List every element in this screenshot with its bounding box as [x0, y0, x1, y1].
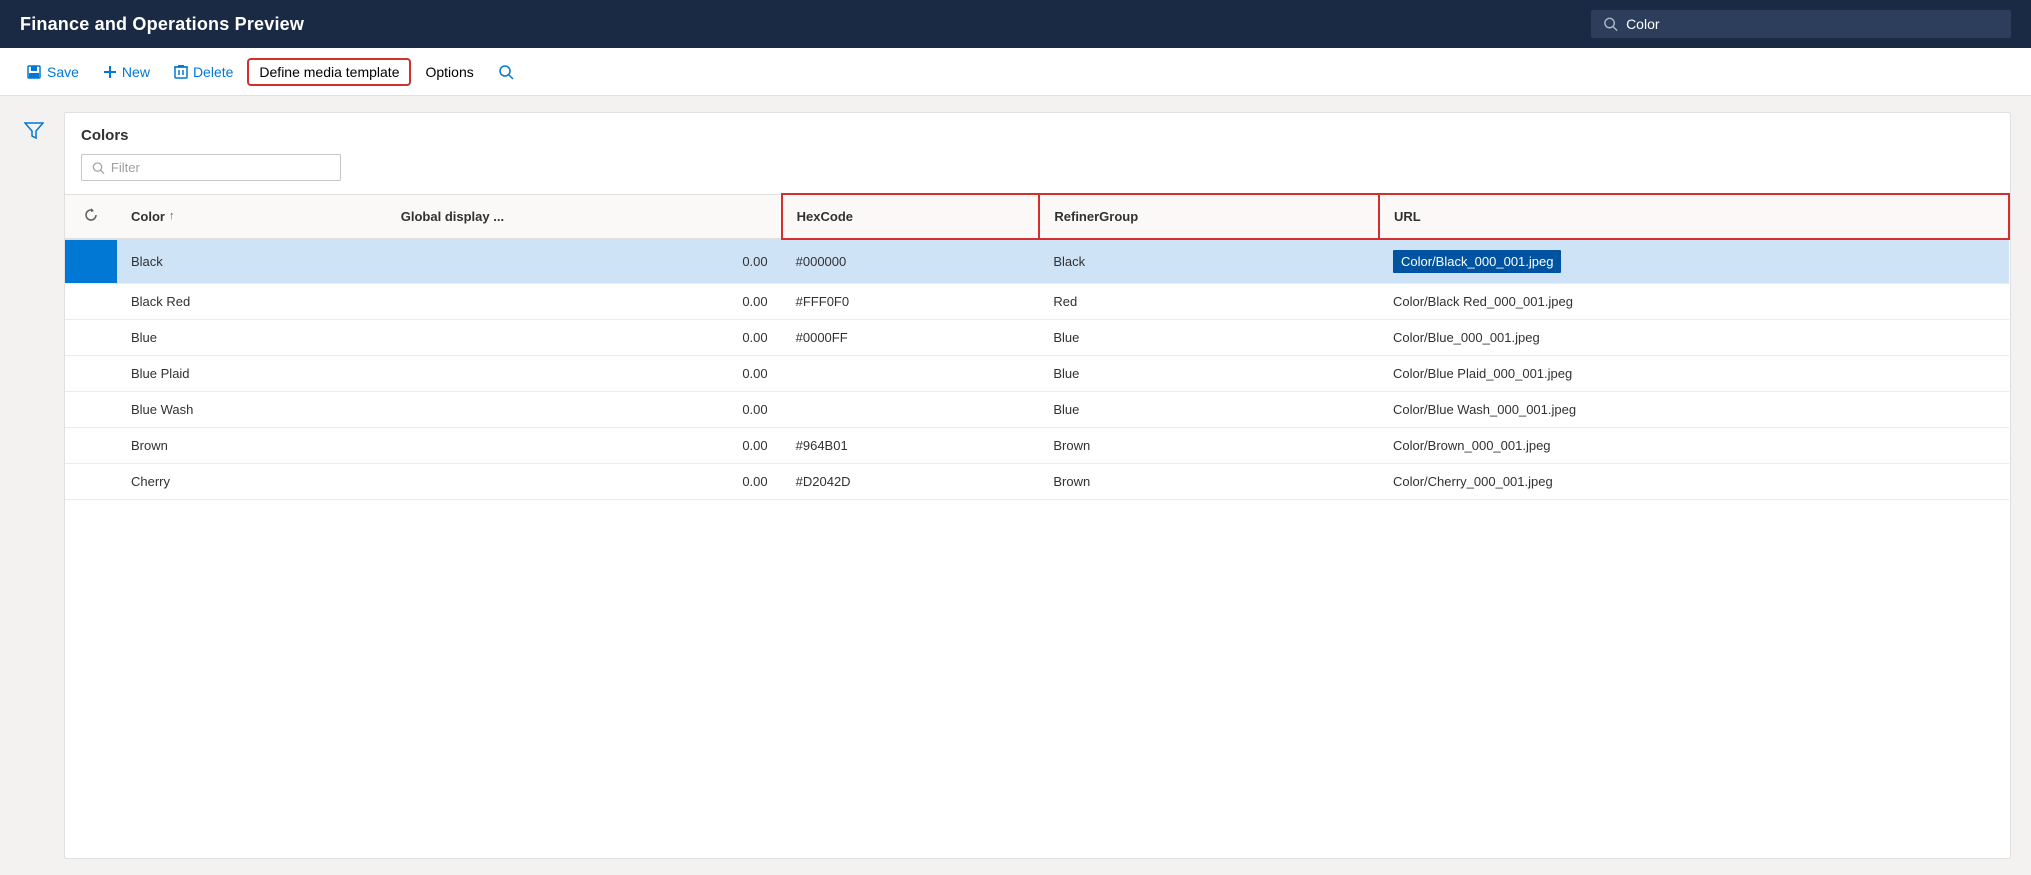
- table-row[interactable]: Blue Plaid0.00 BlueColor/Blue Plaid_000_0…: [65, 355, 2009, 391]
- cell-global-display: 0.00: [387, 239, 782, 284]
- toolbar-search-button[interactable]: [488, 58, 524, 86]
- cell-url: Color/Cherry_000_001.jpeg: [1379, 463, 2009, 499]
- th-reset: [65, 194, 117, 239]
- delete-button[interactable]: Delete: [164, 58, 243, 86]
- cell-color: Blue Plaid: [117, 355, 387, 391]
- toolbar: Save New Delete Define media template Op…: [0, 48, 2031, 96]
- row-indicator: [65, 463, 117, 499]
- cell-refiner-group: Brown: [1039, 463, 1379, 499]
- define-media-template-button[interactable]: Define media template: [247, 58, 411, 86]
- th-color[interactable]: Color ↑: [117, 194, 387, 239]
- table-row[interactable]: Black Red0.00#FFF0F0RedColor/Black Red_0…: [65, 283, 2009, 319]
- cell-hexcode: #000000: [782, 239, 1040, 284]
- row-indicator: [65, 355, 117, 391]
- options-label: Options: [425, 64, 473, 80]
- cell-color: Cherry: [117, 463, 387, 499]
- cell-hexcode: #D2042D: [782, 463, 1040, 499]
- cell-url: Color/Blue_000_001.jpeg: [1379, 319, 2009, 355]
- global-search-box[interactable]: [1591, 10, 2011, 38]
- filter-toggle-button[interactable]: [20, 116, 48, 147]
- filter-icon-col: [20, 112, 48, 859]
- filter-search-icon: [92, 161, 105, 175]
- cell-global-display: 0.00: [387, 427, 782, 463]
- cell-refiner-group: Blue: [1039, 319, 1379, 355]
- table-row[interactable]: Blue0.00#0000FFBlueColor/Blue_000_001.jp…: [65, 319, 2009, 355]
- th-url[interactable]: URL: [1379, 194, 2009, 239]
- sort-up-icon: ↑: [169, 210, 175, 222]
- cell-color: Blue Wash: [117, 391, 387, 427]
- cell-color: Black: [117, 239, 387, 284]
- cell-refiner-group: Black: [1039, 239, 1379, 284]
- filter-input-wrap[interactable]: [81, 154, 341, 181]
- content-area: Colors: [0, 96, 2031, 875]
- cell-url: Color/Black Red_000_001.jpeg: [1379, 283, 2009, 319]
- th-url-label: URL: [1394, 209, 1421, 224]
- cell-color: Blue: [117, 319, 387, 355]
- th-refiner-group[interactable]: RefinerGroup: [1039, 194, 1379, 239]
- cell-hexcode: #964B01: [782, 427, 1040, 463]
- cell-hexcode: #0000FF: [782, 319, 1040, 355]
- row-indicator: [65, 239, 117, 284]
- table-row[interactable]: Black0.00#000000BlackColor/Black_000_001…: [65, 239, 2009, 284]
- define-media-template-label: Define media template: [259, 64, 399, 80]
- cell-url: Color/Blue Plaid_000_001.jpeg: [1379, 355, 2009, 391]
- row-indicator: [65, 283, 117, 319]
- th-refiner-group-label: RefinerGroup: [1054, 209, 1138, 224]
- filter-input[interactable]: [111, 160, 330, 175]
- app-title: Finance and Operations Preview: [20, 14, 304, 35]
- table-row[interactable]: Blue Wash0.00 BlueColor/Blue Wash_000_001…: [65, 391, 2009, 427]
- th-global-display-label: Global display ...: [401, 209, 504, 224]
- section-title: Colors: [65, 113, 2010, 154]
- cell-hexcode: [782, 391, 1040, 427]
- cell-refiner-group: Red: [1039, 283, 1379, 319]
- cell-url: Color/Black_000_001.jpeg: [1379, 239, 2009, 284]
- new-label: New: [122, 64, 150, 80]
- table-row[interactable]: Brown0.00#964B01BrownColor/Brown_000_001…: [65, 427, 2009, 463]
- delete-label: Delete: [193, 64, 233, 80]
- toolbar-search-icon: [498, 64, 514, 80]
- th-color-label: Color: [131, 209, 165, 224]
- row-indicator: [65, 319, 117, 355]
- filter-icon: [24, 120, 44, 140]
- cell-hexcode: #FFF0F0: [782, 283, 1040, 319]
- table-row[interactable]: Cherry0.00#D2042DBrownColor/Cherry_000_0…: [65, 463, 2009, 499]
- save-icon: [26, 64, 42, 80]
- cell-color: Black Red: [117, 283, 387, 319]
- cell-refiner-group: Blue: [1039, 391, 1379, 427]
- cell-global-display: 0.00: [387, 463, 782, 499]
- cell-hexcode: [782, 355, 1040, 391]
- row-indicator: [65, 427, 117, 463]
- delete-icon: [174, 64, 188, 80]
- colors-table: Color ↑ Global display ... HexCode: [65, 193, 2010, 500]
- new-icon: [103, 65, 117, 79]
- new-button[interactable]: New: [93, 58, 160, 86]
- th-hexcode[interactable]: HexCode: [782, 194, 1040, 239]
- cell-refiner-group: Blue: [1039, 355, 1379, 391]
- cell-global-display: 0.00: [387, 319, 782, 355]
- main-panel: Colors: [64, 112, 2011, 859]
- save-label: Save: [47, 64, 79, 80]
- cell-refiner-group: Brown: [1039, 427, 1379, 463]
- url-selected-badge: Color/Black_000_001.jpeg: [1393, 250, 1562, 273]
- search-icon: [1603, 16, 1618, 32]
- options-button[interactable]: Options: [415, 58, 483, 86]
- table-header-row: Color ↑ Global display ... HexCode: [65, 194, 2009, 239]
- global-search-input[interactable]: [1626, 16, 1999, 32]
- filter-bar: [65, 154, 2010, 193]
- refresh-icon: [83, 207, 99, 223]
- th-global-display[interactable]: Global display ...: [387, 194, 782, 239]
- cell-url: Color/Brown_000_001.jpeg: [1379, 427, 2009, 463]
- reset-sort-button[interactable]: [79, 205, 103, 228]
- cell-url: Color/Blue Wash_000_001.jpeg: [1379, 391, 2009, 427]
- save-button[interactable]: Save: [16, 58, 89, 86]
- top-bar: Finance and Operations Preview: [0, 0, 2031, 48]
- cell-global-display: 0.00: [387, 283, 782, 319]
- cell-global-display: 0.00: [387, 355, 782, 391]
- row-indicator: [65, 391, 117, 427]
- cell-global-display: 0.00: [387, 391, 782, 427]
- cell-color: Brown: [117, 427, 387, 463]
- th-hexcode-label: HexCode: [797, 209, 853, 224]
